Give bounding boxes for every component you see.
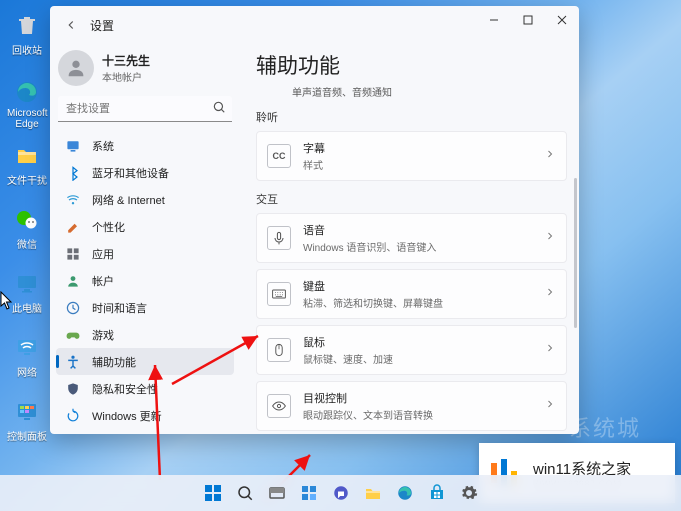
tb-explorer[interactable] <box>361 481 385 505</box>
card-title: 鼠标 <box>303 334 544 350</box>
card-kb[interactable]: 键盘粘滞、筛选和切换键、屏幕键盘 <box>256 269 567 319</box>
eye-icon <box>267 394 291 418</box>
user-name: 十三先生 <box>102 52 150 69</box>
desktop-icon-panel[interactable]: 控制面板 <box>7 398 47 443</box>
minimize-button[interactable] <box>477 6 511 34</box>
chevron-right-icon <box>544 229 556 247</box>
tb-settings[interactable] <box>457 481 481 505</box>
tb-edge[interactable] <box>393 481 417 505</box>
sidebar: 十三先生 本地帐户 系统蓝牙和其他设备网络 & Internet 个性化应用帐户时… <box>50 44 242 434</box>
sidebar-item-apps[interactable]: 应用 <box>56 240 234 267</box>
tb-search[interactable] <box>233 481 257 505</box>
sidebar-item-bt[interactable]: 蓝牙和其他设备 <box>56 159 234 186</box>
user-block[interactable]: 十三先生 本地帐户 <box>56 44 234 96</box>
sidebar-item-label: 系统 <box>92 138 114 154</box>
chevron-right-icon <box>544 285 556 303</box>
section-listen: 聆听 <box>256 109 567 125</box>
sidebar-item-label: 个性化 <box>92 219 125 235</box>
sidebar-item-label: 蓝牙和其他设备 <box>92 165 169 181</box>
card-title: 键盘 <box>303 278 544 294</box>
card-title: 语音 <box>303 222 544 238</box>
watermark: 系统城 <box>569 411 641 443</box>
card-caption[interactable]: CC 字幕 样式 <box>256 131 567 181</box>
desktop-icon-net[interactable]: 网络 <box>7 334 47 379</box>
desktop-icon-folder[interactable]: 文件干扰 <box>7 142 47 187</box>
user-account: 本地帐户 <box>102 69 150 84</box>
card-eye[interactable]: 目视控制眼动跟踪仪、文本到语音转换 <box>256 381 567 431</box>
desktop-icon-wechat[interactable]: 微信 <box>7 206 47 251</box>
game-icon <box>64 326 82 344</box>
sidebar-item-label: 网络 & Internet <box>92 192 165 208</box>
scrollbar-thumb[interactable] <box>574 178 577 328</box>
desktop-icon-trash[interactable]: 回收站 <box>7 12 47 57</box>
page-title: 辅助功能 <box>256 50 567 80</box>
mic-icon <box>267 226 291 250</box>
avatar <box>58 50 94 86</box>
close-button[interactable] <box>545 6 579 34</box>
update-icon <box>64 407 82 425</box>
sidebar-item-brush[interactable]: 个性化 <box>56 213 234 240</box>
sidebar-item-label: 隐私和安全性 <box>92 381 158 397</box>
search-icon <box>212 100 226 119</box>
bt-icon <box>64 164 82 182</box>
card-mic[interactable]: 语音Windows 语音识别、语音键入 <box>256 213 567 263</box>
sidebar-item-wifi[interactable]: 网络 & Internet <box>56 186 234 213</box>
content: 辅助功能 单声道音频、音频通知 聆听 CC 字幕 样式 交互 语音Windows… <box>242 44 579 434</box>
maximize-button[interactable] <box>511 6 545 34</box>
chevron-right-icon <box>544 147 556 165</box>
tb-widgets[interactable] <box>297 481 321 505</box>
section-interact: 交互 <box>256 191 567 207</box>
caption-title: 字幕 <box>303 140 544 156</box>
caption-sub: 样式 <box>303 157 544 172</box>
caption-icon: CC <box>267 144 291 168</box>
sidebar-item-acct[interactable]: 帐户 <box>56 267 234 294</box>
sidebar-item-label: Windows 更新 <box>92 408 162 424</box>
sidebar-item-game[interactable]: 游戏 <box>56 321 234 348</box>
tb-taskview[interactable] <box>265 481 289 505</box>
tb-chat[interactable] <box>329 481 353 505</box>
desktop-icon-edge[interactable]: Microsoft Edge <box>7 78 47 130</box>
sidebar-item-time[interactable]: 时间和语言 <box>56 294 234 321</box>
system-icon <box>64 137 82 155</box>
card-title: 目视控制 <box>303 390 544 406</box>
ms-icon <box>267 338 291 362</box>
sidebar-item-label: 辅助功能 <box>92 354 136 370</box>
card-sub: 粘滞、筛选和切换键、屏幕键盘 <box>303 295 544 310</box>
time-icon <box>64 299 82 317</box>
titlebar: 设置 <box>50 6 579 44</box>
chevron-right-icon <box>544 341 556 359</box>
sidebar-item-label: 应用 <box>92 246 114 262</box>
shield-icon <box>64 380 82 398</box>
taskbar <box>0 475 681 511</box>
access-icon <box>64 353 82 371</box>
acct-icon <box>64 272 82 290</box>
card-sub: Windows 语音识别、语音键入 <box>303 239 544 254</box>
sidebar-item-access[interactable]: 辅助功能 <box>56 348 234 375</box>
sidebar-item-system[interactable]: 系统 <box>56 132 234 159</box>
card-sub: 眼动跟踪仪、文本到语音转换 <box>303 407 544 422</box>
desktop-icon-pc[interactable]: 此电脑 <box>7 270 47 315</box>
wifi-icon <box>64 191 82 209</box>
search-input[interactable] <box>58 96 232 122</box>
brush-icon <box>64 218 82 236</box>
card-ms[interactable]: 鼠标鼠标键、速度、加速 <box>256 325 567 375</box>
tb-start[interactable] <box>201 481 225 505</box>
kb-icon <box>267 282 291 306</box>
sidebar-item-label: 时间和语言 <box>92 300 147 316</box>
sidebar-item-label: 游戏 <box>92 327 114 343</box>
apps-icon <box>64 245 82 263</box>
sidebar-item-update[interactable]: Windows 更新 <box>56 402 234 429</box>
settings-window: 设置 十三先生 本地帐户 <box>50 6 579 434</box>
sidebar-item-label: 帐户 <box>92 273 114 289</box>
window-title: 设置 <box>90 17 114 34</box>
tb-store[interactable] <box>425 481 449 505</box>
chevron-right-icon <box>544 397 556 415</box>
card-sub: 鼠标键、速度、加速 <box>303 351 544 366</box>
audio-hint: 单声道音频、音频通知 <box>292 84 567 99</box>
back-button[interactable] <box>56 10 86 40</box>
sidebar-item-shield[interactable]: 隐私和安全性 <box>56 375 234 402</box>
